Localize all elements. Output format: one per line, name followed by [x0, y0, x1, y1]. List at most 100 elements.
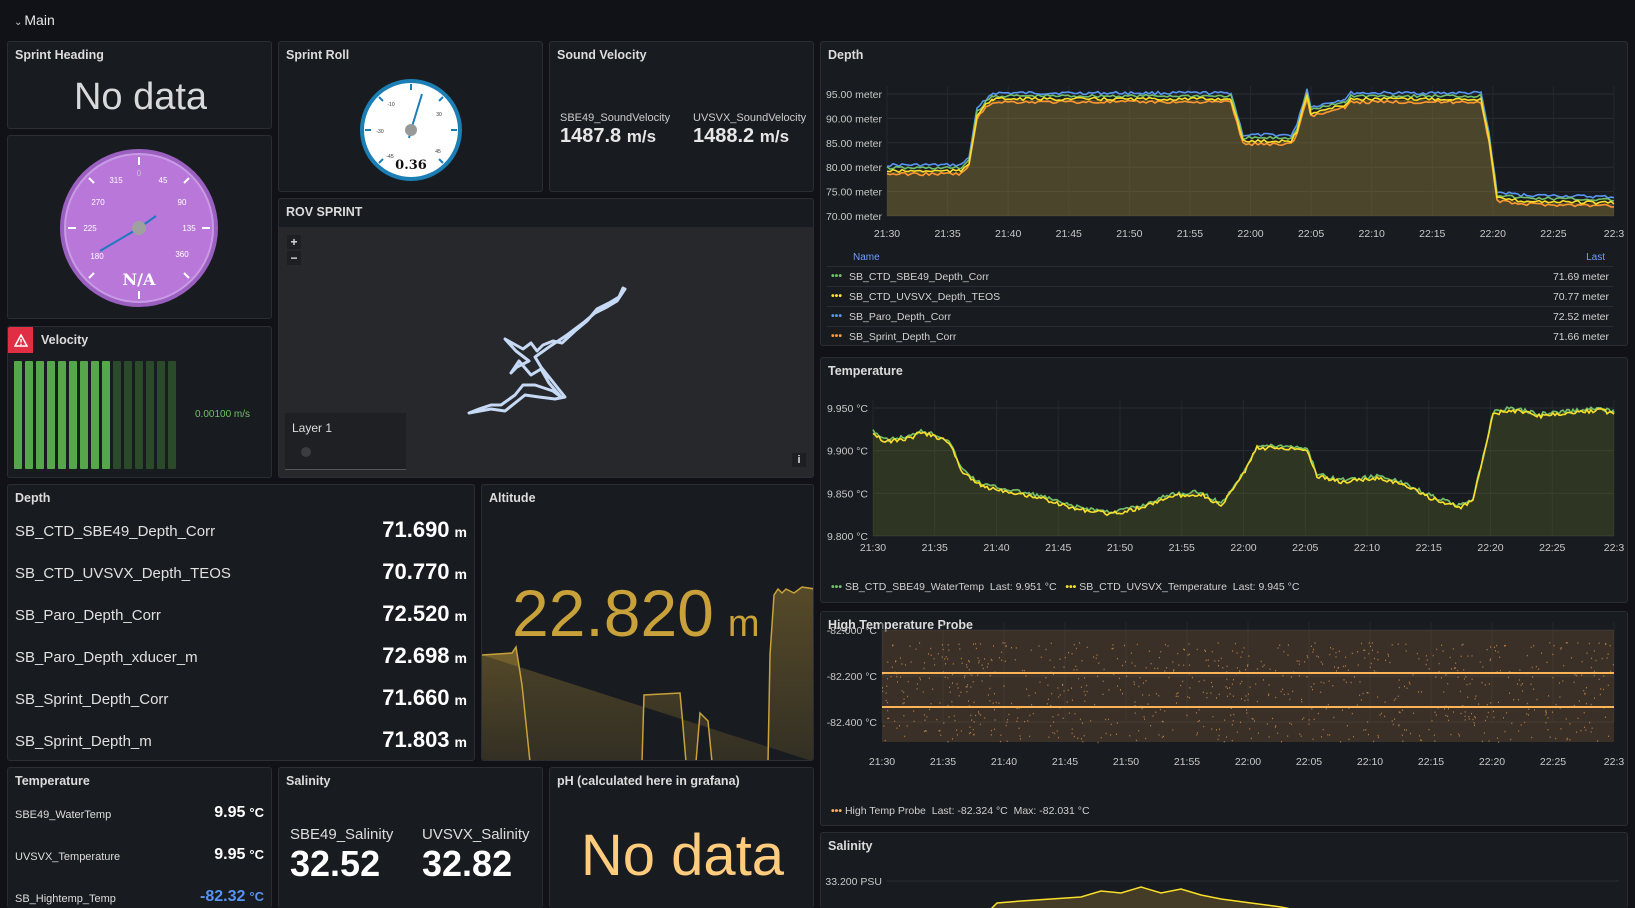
data-point	[1268, 693, 1270, 695]
data-point	[1032, 712, 1034, 715]
data-point	[1133, 681, 1135, 683]
data-point	[1520, 724, 1522, 726]
data-point	[1006, 721, 1008, 723]
temperature-timeseries[interactable]: 9.950 °C9.900 °C9.850 °C9.800 °C21:30 21:…	[821, 358, 1628, 578]
data-point	[977, 657, 979, 659]
data-point	[941, 656, 943, 658]
data-point	[1301, 718, 1303, 721]
depth-timeseries[interactable]: 95.00 meter 90.00 meter 85.00 meter 80.00 m…	[821, 42, 1628, 257]
data-point	[1082, 740, 1084, 743]
data-point	[1438, 662, 1440, 665]
data-point	[939, 729, 941, 732]
info-button[interactable]: i	[792, 453, 806, 467]
data-point	[1428, 668, 1430, 670]
data-point	[1555, 703, 1557, 706]
data-point	[1047, 684, 1049, 686]
data-point	[1148, 650, 1150, 652]
panel-title: Temperature	[15, 774, 90, 788]
data-point	[1246, 712, 1248, 714]
data-point	[1052, 731, 1054, 734]
data-point	[884, 739, 886, 742]
data-point	[903, 715, 905, 717]
data-point	[964, 676, 965, 679]
data-point	[1466, 683, 1468, 686]
data-point	[1610, 670, 1612, 673]
salinity-timeseries[interactable]: 33.200 PSU	[821, 833, 1628, 908]
data-point	[1071, 732, 1073, 735]
hightemp-timeseries[interactable]: -82.000 °C -82.200 °C -82.400 °C 21:30 21:35…	[821, 612, 1628, 802]
data-point	[1291, 723, 1293, 725]
stat-value: No data	[73, 76, 208, 118]
data-point	[1482, 666, 1484, 668]
data-point	[1519, 669, 1521, 671]
legend-row[interactable]: ••• SB_CTD_SBE49_Depth_Corr 71.69 meter	[827, 266, 1613, 286]
data-point	[1176, 702, 1177, 704]
data-point	[1551, 711, 1553, 713]
data-point	[1484, 719, 1486, 722]
data-point	[1016, 720, 1018, 723]
legend-series-name[interactable]: SB_CTD_UVSVX_Depth_TEOS	[849, 291, 1000, 303]
data-point	[1311, 708, 1313, 710]
legend-row[interactable]: ••• SB_Sprint_Depth_Corr 71.66 meter	[827, 326, 1613, 345]
x-tick: 21:50	[1107, 542, 1133, 554]
data-point	[1590, 703, 1592, 706]
data-point	[972, 681, 974, 683]
data-point	[1186, 714, 1188, 717]
data-point	[1471, 655, 1473, 657]
x-tick: 22:10	[1357, 756, 1383, 768]
data-point	[897, 681, 898, 683]
data-point	[1102, 693, 1104, 695]
chevron-down-icon[interactable]: ⌄	[14, 17, 22, 28]
legend-series-name[interactable]: SB_CTD_SBE49_WaterTemp	[845, 581, 984, 593]
data-point	[1518, 699, 1519, 701]
legend-series-name[interactable]: SB_CTD_SBE49_Depth_Corr	[849, 271, 989, 283]
x-tick: 22:3	[1604, 542, 1625, 554]
data-point	[1474, 698, 1476, 700]
data-point	[900, 676, 902, 678]
data-point	[1266, 723, 1268, 725]
data-point	[1463, 669, 1465, 671]
data-point	[1469, 683, 1471, 685]
legend-row[interactable]: ••• SB_Paro_Depth_Corr 72.52 meter	[827, 306, 1613, 326]
data-point	[1062, 684, 1063, 686]
velocity-bar	[91, 361, 99, 469]
row-header-main[interactable]: ⌄ Main	[14, 12, 55, 28]
data-point	[989, 687, 991, 690]
legend-header-last[interactable]: Last	[1586, 252, 1605, 263]
sv-unit: m/s	[626, 127, 657, 146]
data-point	[1310, 645, 1312, 647]
legend-series-name[interactable]: SB_Paro_Depth_Corr	[849, 311, 951, 323]
alert-badge[interactable]	[8, 327, 33, 353]
legend-header-name[interactable]: Name	[853, 252, 880, 263]
data-point	[1450, 733, 1452, 736]
panel-temperature-chart: Temperature 9.950 °C 9.900 °C 9.850 °C 9.80…	[820, 357, 1628, 603]
data-point	[1000, 734, 1002, 736]
data-point	[1368, 733, 1369, 736]
panel-title: Sound Velocity	[557, 48, 647, 62]
data-point	[1609, 645, 1611, 647]
stat-value: 70.770 m	[382, 559, 467, 585]
data-point	[1547, 729, 1549, 731]
zoom-in-button[interactable]: +	[287, 235, 301, 249]
stat-unit: m	[454, 734, 467, 750]
legend-series-name[interactable]: SB_Sprint_Depth_Corr	[849, 331, 956, 343]
data-point	[1321, 736, 1322, 738]
data-point	[1112, 644, 1114, 646]
data-point	[1216, 729, 1217, 731]
legend-series-name[interactable]: High Temp Probe	[845, 805, 926, 817]
gauge-tick: 135	[182, 224, 196, 233]
data-point	[1129, 735, 1131, 737]
data-point	[978, 662, 980, 664]
temperature-stat-row: SBE49_WaterTemp 9.95 °C	[15, 804, 264, 828]
data-point	[998, 657, 1000, 659]
data-point	[1463, 678, 1465, 680]
zoom-out-button[interactable]: −	[287, 251, 301, 265]
legend-series-name[interactable]: SB_CTD_UVSVX_Temperature	[1079, 581, 1227, 593]
panel-ph: pH (calculated here in grafana) No data	[549, 767, 814, 908]
data-point	[1464, 719, 1466, 721]
data-point	[1603, 675, 1605, 677]
data-point	[1377, 734, 1379, 737]
legend-row[interactable]: ••• SB_CTD_UVSVX_Depth_TEOS 70.77 meter	[827, 286, 1613, 306]
data-point	[1493, 646, 1495, 649]
data-point	[1328, 680, 1330, 682]
